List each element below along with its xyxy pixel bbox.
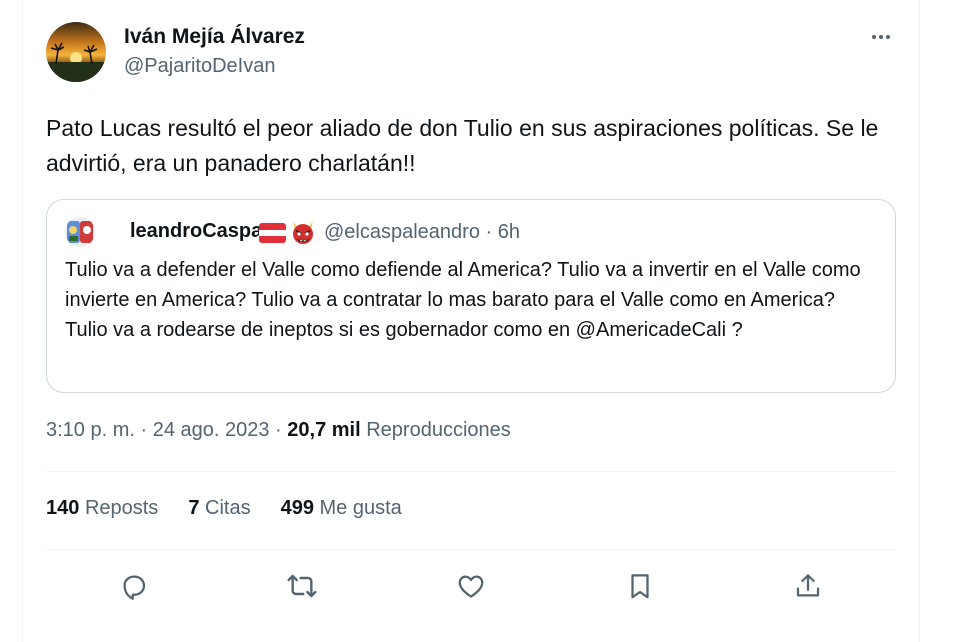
retweet-button[interactable] xyxy=(283,567,321,605)
likes-stat[interactable]: 499 Me gusta xyxy=(281,497,402,520)
reposts-stat[interactable]: 140 Reposts xyxy=(46,497,158,520)
dot-icon xyxy=(879,35,883,39)
share-button[interactable] xyxy=(789,567,827,605)
quotes-count: 7 xyxy=(188,497,200,519)
column-border-left xyxy=(22,0,23,642)
austria-flag-icon xyxy=(259,223,286,243)
tweet-meta: 3:10 p. m. · 24 ago. 2023 · 20,7 mil Rep… xyxy=(46,419,511,442)
views-count: 20,7 mil xyxy=(287,419,361,441)
quoted-author-handle[interactable]: @elcaspaleandro · 6h xyxy=(324,221,520,244)
author-handle[interactable]: @PajaritoDeIvan xyxy=(124,55,275,78)
quoted-tweet[interactable]: leandroCaspa @elcaspaleandro · 6h Tulio … xyxy=(46,199,896,393)
share-icon xyxy=(796,574,820,597)
reposts-label: Reposts xyxy=(84,497,159,519)
like-button[interactable] xyxy=(452,567,490,605)
red-demon-mask-icon xyxy=(289,218,317,246)
quoted-author-name[interactable]: leandroCaspa xyxy=(130,220,262,243)
quotes-stat[interactable]: 7 Citas xyxy=(188,497,250,520)
reply-button[interactable] xyxy=(115,567,153,605)
likes-label: Me gusta xyxy=(319,497,402,519)
more-options-button[interactable] xyxy=(864,24,898,50)
quotes-label: Citas xyxy=(205,497,251,519)
quoted-author-avatar[interactable] xyxy=(65,217,95,247)
dot-icon xyxy=(886,35,890,39)
bookmark-icon xyxy=(631,574,649,599)
retweet-icon xyxy=(287,574,317,598)
dot-icon xyxy=(872,35,876,39)
tweet-text: Pato Lucas resultó el peor aliado de don… xyxy=(46,115,879,176)
quoted-tweet-text: Tulio va a defender el Valle como defien… xyxy=(65,259,861,341)
bookmark-button[interactable] xyxy=(621,567,659,605)
author-avatar[interactable] xyxy=(46,22,106,82)
like-icon xyxy=(458,575,484,598)
reply-icon xyxy=(123,575,146,600)
views-label: Reproducciones xyxy=(366,419,511,441)
tweet-page: Iván Mejía Álvarez @PajaritoDeIvan Pato … xyxy=(0,0,965,642)
likes-count: 499 xyxy=(280,497,314,519)
divider xyxy=(46,471,896,472)
action-bar xyxy=(46,551,896,621)
author-name[interactable]: Iván Mejía Álvarez xyxy=(124,25,305,49)
engagement-stats: 140 Reposts 7 Citas 499 Me gusta xyxy=(46,497,432,520)
reposts-count: 140 xyxy=(46,497,80,519)
column-border-right xyxy=(919,0,920,642)
timestamp[interactable]: 3:10 p. m. · 24 ago. 2023 · xyxy=(46,419,282,441)
divider xyxy=(46,549,896,550)
